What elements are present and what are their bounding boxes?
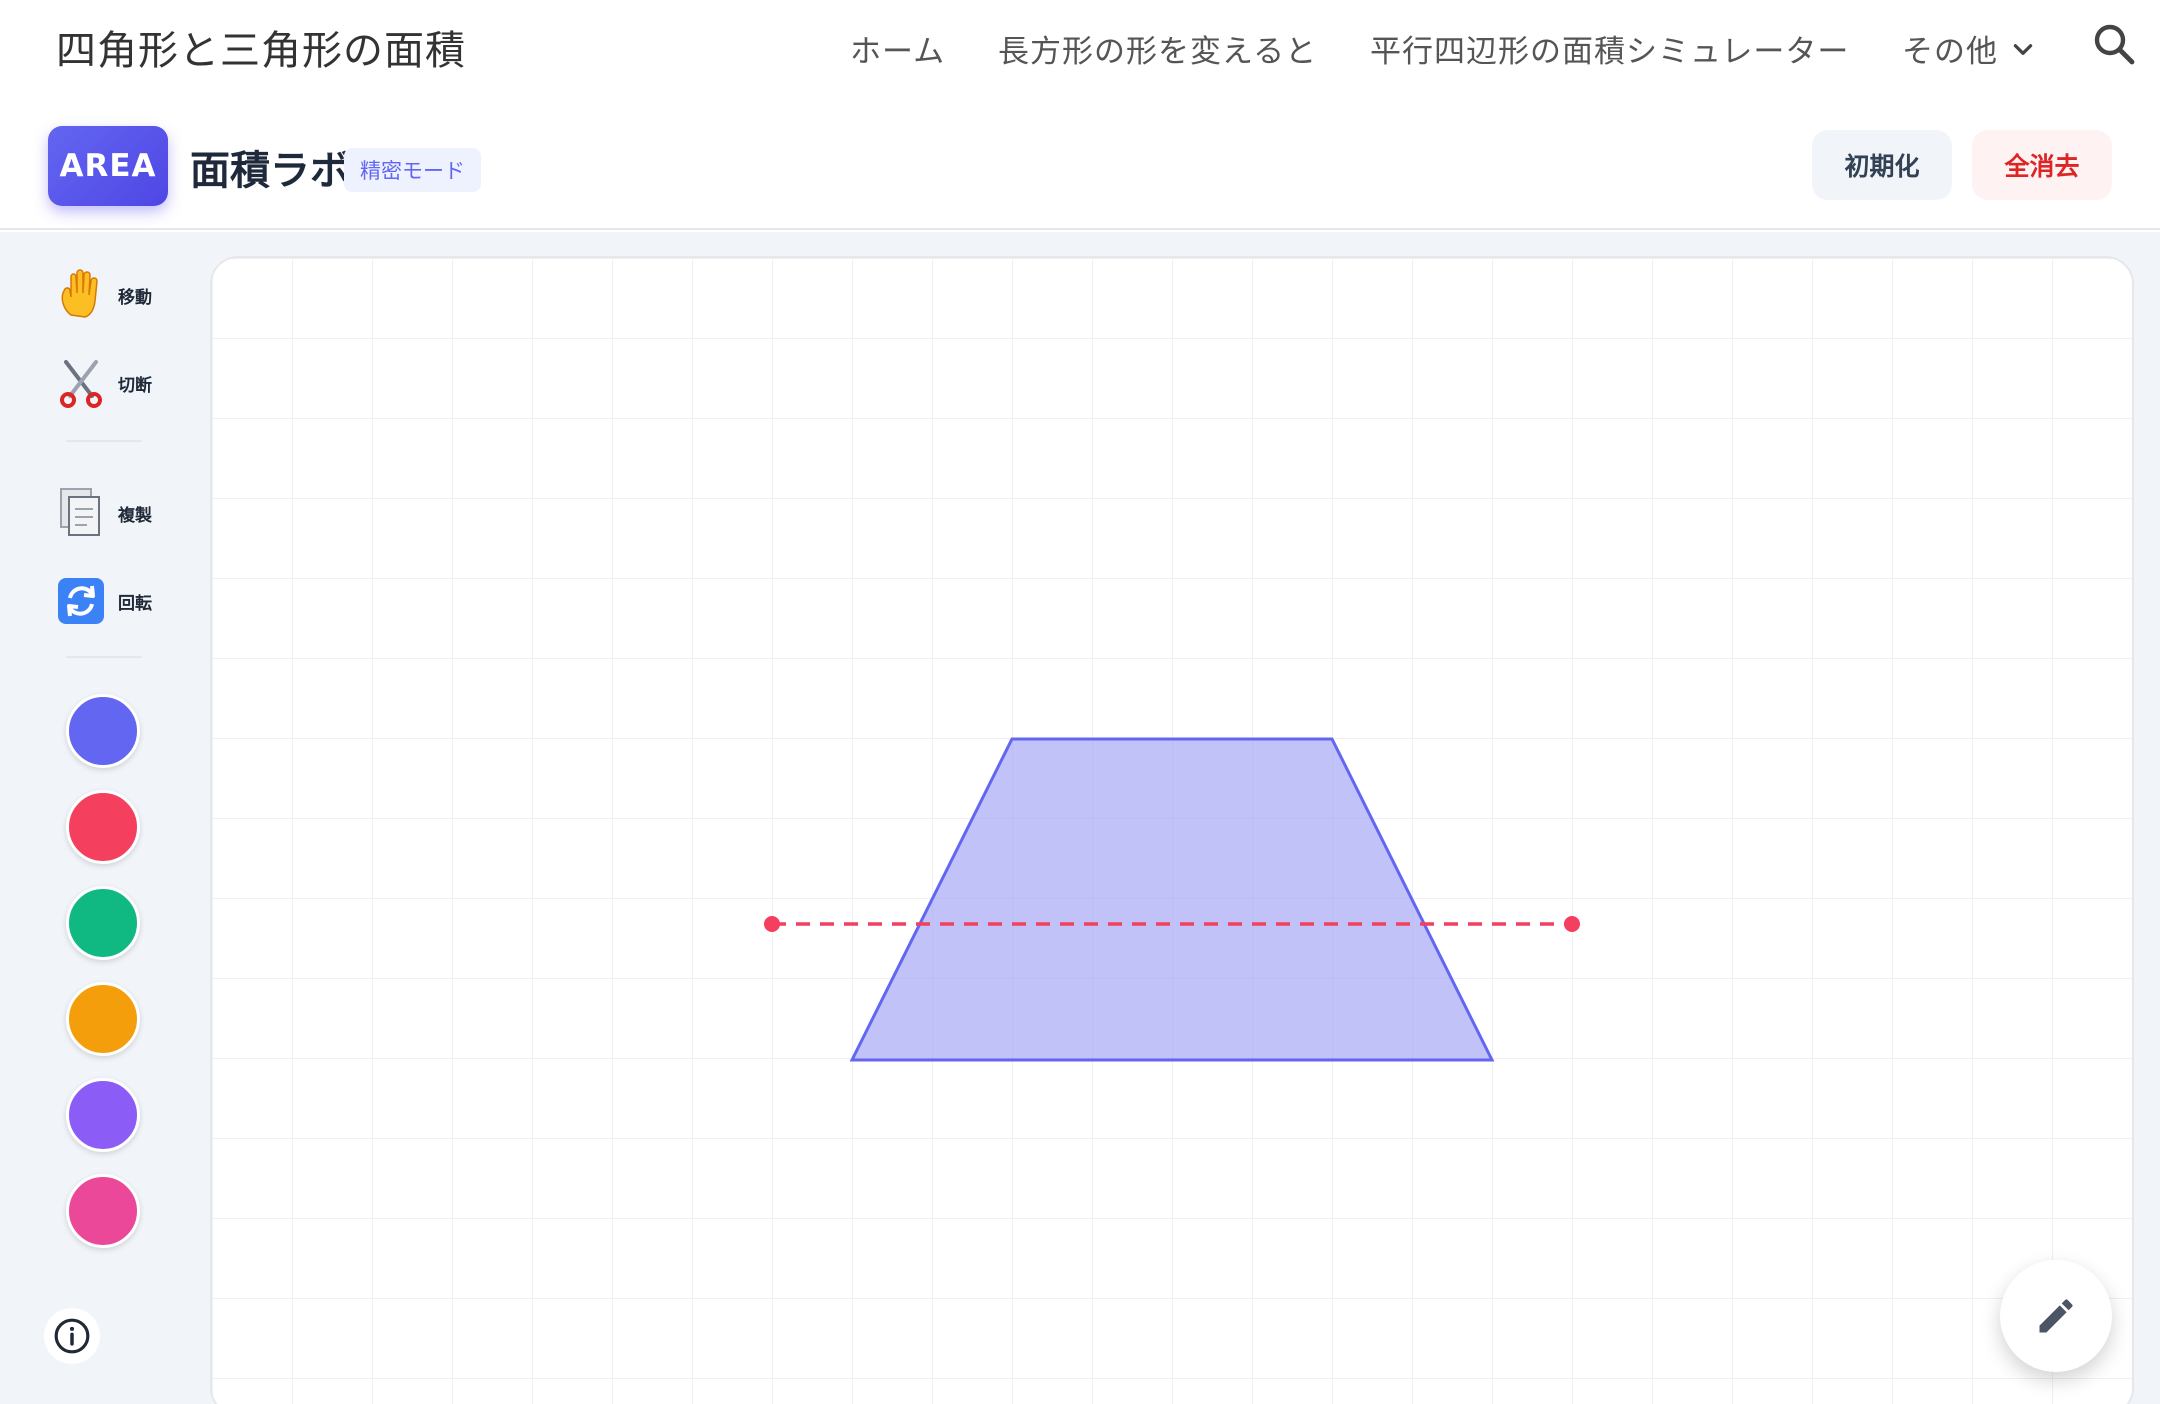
toolbar-divider [66,440,142,442]
color-swatch-purple[interactable] [66,1078,140,1152]
tool-move-label: 移動 [118,287,152,308]
nav-link-parallelogram-simulator[interactable]: 平行四辺形の面積シミュレーター [1370,26,1849,71]
tool-duplicate-button[interactable]: 複製 [54,478,174,548]
cut-line-end-handle[interactable] [1564,916,1580,932]
toolbar-divider [66,656,142,658]
scissors-icon [54,356,108,410]
workspace: 移動 切断 複製 回転 [0,232,2160,1404]
app-header: AREA 面積ラボ 精密モード 初期化 全消去 [0,96,2160,230]
mode-badge: 精密モード [344,148,481,192]
tool-rotate-button[interactable]: 回転 [54,566,174,636]
trapezoid-shape[interactable] [849,737,1495,1062]
tool-rotate-label: 回転 [118,593,152,614]
tool-duplicate-label: 複製 [118,505,152,526]
copy-icon [54,486,108,540]
reset-button[interactable]: 初期化 [1812,130,1952,200]
site-navbar: 四角形と三角形の面積 ホーム 長方形の形を変えると 平行四辺形の面積シミュレータ… [0,0,2160,96]
info-icon [54,1318,90,1354]
nav-more-label: その他 [1902,34,1998,70]
color-swatch-green[interactable] [66,886,140,960]
nav-link-rectangle-change[interactable]: 長方形の形を変えると [998,26,1317,71]
tool-cut-button[interactable]: 切断 [54,348,174,418]
color-swatch-pink[interactable] [66,1174,140,1248]
drawing-canvas[interactable] [210,256,2134,1404]
app-logo: AREA [48,126,168,206]
search-button[interactable] [2090,20,2138,68]
tool-move-button[interactable]: 移動 [54,260,174,330]
color-swatch-indigo[interactable] [66,694,140,768]
tool-cut-label: 切断 [118,375,152,396]
search-icon [2094,24,2135,65]
info-button[interactable] [44,1308,100,1364]
cut-line-start-handle[interactable] [764,916,780,932]
color-swatch-red[interactable] [66,790,140,864]
pencil-icon [2039,1299,2073,1333]
draw-fab-button[interactable] [2000,1260,2112,1372]
canvas-svg [764,737,1580,1062]
site-title[interactable]: 四角形と三角形の面積 [56,18,466,76]
app-title: 面積ラボ [190,148,350,194]
nav-link-home[interactable]: ホーム [850,26,945,71]
rotate-icon [54,574,108,628]
chevron-down-icon [2013,43,2033,55]
clear-all-button[interactable]: 全消去 [1972,130,2112,200]
tool-sidebar: 移動 切断 複製 回転 [0,232,208,1404]
hand-icon [54,268,108,322]
nav-more-dropdown[interactable]: その他 [1902,26,2036,71]
color-swatch-orange[interactable] [66,982,140,1056]
